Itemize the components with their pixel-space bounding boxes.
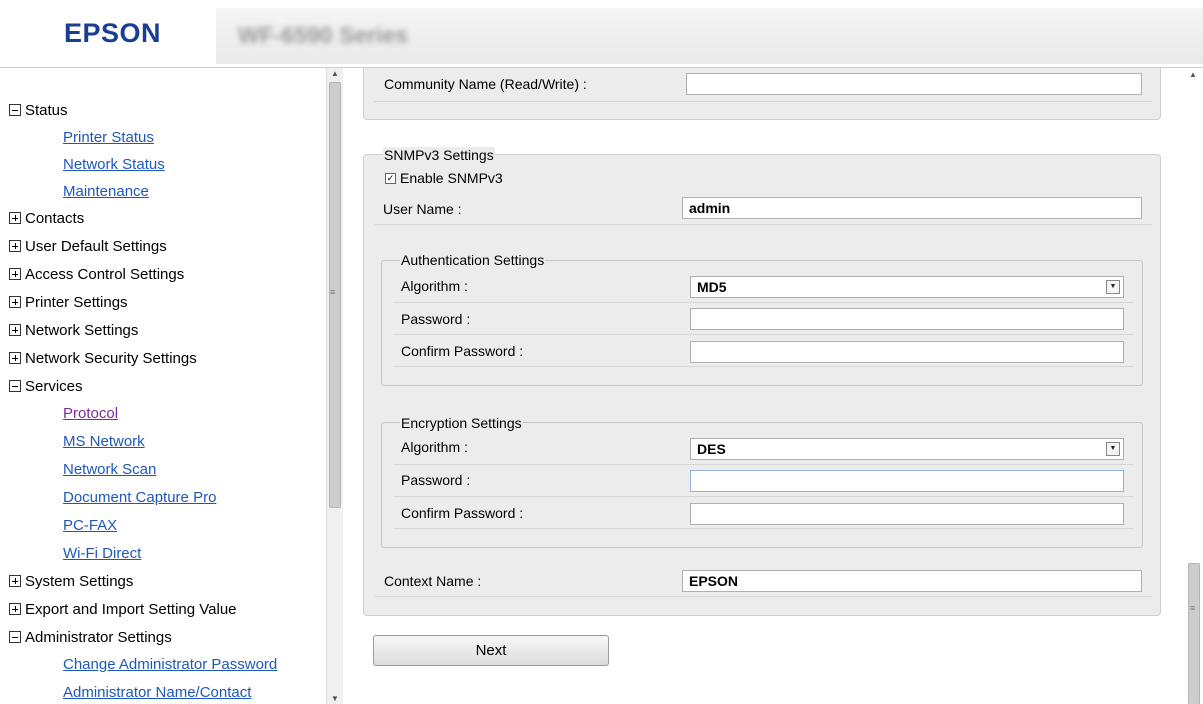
enc-password-label: Password : bbox=[401, 472, 471, 488]
divider bbox=[393, 302, 1133, 303]
chevron-down-icon[interactable]: ▼ bbox=[1106, 442, 1120, 456]
sidebar-item-contacts[interactable]: Contacts bbox=[9, 206, 84, 230]
enc-password-input[interactable] bbox=[690, 470, 1124, 492]
community-name-input[interactable] bbox=[686, 73, 1142, 95]
plus-box-icon[interactable] bbox=[9, 296, 21, 308]
sidebar-item-label: Printer Settings bbox=[25, 293, 128, 311]
link-admin-name-contact[interactable]: Administrator Name/Contact bbox=[63, 680, 251, 704]
sidebar-item-access-control-settings[interactable]: Access Control Settings bbox=[9, 262, 184, 286]
plus-box-icon[interactable] bbox=[9, 603, 21, 615]
sidebar-item-label: System Settings bbox=[25, 572, 134, 590]
auth-algorithm-value: MD5 bbox=[697, 279, 727, 295]
auth-confirm-password-label: Confirm Password : bbox=[401, 343, 524, 359]
minus-box-icon[interactable] bbox=[9, 104, 21, 116]
enc-algorithm-label: Algorithm : bbox=[401, 439, 468, 455]
link-ms-network[interactable]: MS Network bbox=[63, 429, 145, 453]
sidebar-item-user-default-settings[interactable]: User Default Settings bbox=[9, 234, 167, 258]
model-banner: WF-6590 Series bbox=[216, 8, 1203, 64]
minus-box-icon[interactable] bbox=[9, 631, 21, 643]
context-name-label: Context Name : bbox=[384, 573, 482, 589]
community-label: Community Name (Read/Write) : bbox=[384, 76, 587, 92]
scroll-up-icon[interactable]: ▲ bbox=[1189, 70, 1197, 79]
link-document-capture-pro[interactable]: Document Capture Pro bbox=[63, 485, 216, 509]
sidebar-item-services[interactable]: Services bbox=[9, 374, 83, 398]
sidebar-item-network-settings[interactable]: Network Settings bbox=[9, 318, 138, 342]
user-name-label: User Name : bbox=[383, 201, 462, 217]
user-name-input[interactable]: admin bbox=[682, 197, 1142, 219]
sidebar-item-administrator-settings[interactable]: Administrator Settings bbox=[9, 625, 172, 649]
divider bbox=[393, 496, 1133, 497]
plus-box-icon[interactable] bbox=[9, 575, 21, 587]
divider bbox=[393, 334, 1133, 335]
divider bbox=[393, 464, 1133, 465]
page-scrollbar[interactable]: ▲ ≡ bbox=[1185, 68, 1203, 704]
link-printer-status[interactable]: Printer Status bbox=[63, 125, 154, 149]
plus-box-icon[interactable] bbox=[9, 240, 21, 252]
auth-algorithm-label: Algorithm : bbox=[401, 278, 468, 294]
header: EPSON WF-6590 Series bbox=[0, 0, 1203, 67]
enc-algorithm-select[interactable]: DES ▼ bbox=[690, 438, 1124, 460]
sidebar-item-network-security-settings[interactable]: Network Security Settings bbox=[9, 346, 197, 370]
scroll-up-icon[interactable]: ▲ bbox=[327, 68, 343, 80]
model-name: WF-6590 Series bbox=[238, 22, 409, 48]
enable-snmpv3-checkbox[interactable]: ✓ bbox=[385, 173, 396, 184]
divider bbox=[375, 224, 1152, 225]
sidebar-nav: Status Printer Status Network Status Mai… bbox=[0, 68, 326, 704]
sidebar-item-label: Network Settings bbox=[25, 321, 139, 339]
sidebar-item-label: Contacts bbox=[25, 209, 85, 227]
grip-icon: ≡ bbox=[330, 287, 336, 297]
link-network-status[interactable]: Network Status bbox=[63, 152, 165, 176]
auth-password-input[interactable] bbox=[690, 308, 1124, 330]
next-button[interactable]: Next bbox=[373, 635, 609, 666]
enc-confirm-password-label: Confirm Password : bbox=[401, 505, 524, 521]
plus-box-icon[interactable] bbox=[9, 352, 21, 364]
sidebar-item-label: Access Control Settings bbox=[25, 265, 185, 283]
link-wi-fi-direct[interactable]: Wi-Fi Direct bbox=[63, 541, 141, 565]
chevron-down-icon[interactable]: ▼ bbox=[1106, 280, 1120, 294]
sidebar-scrollbar[interactable]: ▲ ≡ ▼ bbox=[326, 68, 343, 704]
epson-logo: EPSON bbox=[64, 18, 162, 48]
grip-icon: ≡ bbox=[1190, 603, 1196, 613]
link-change-admin-password[interactable]: Change Administrator Password bbox=[63, 652, 277, 676]
sidebar-item-label: Administrator Settings bbox=[25, 628, 172, 646]
plus-box-icon[interactable] bbox=[9, 324, 21, 336]
authentication-legend: Authentication Settings bbox=[400, 252, 546, 268]
sidebar-item-label: Network Security Settings bbox=[25, 349, 197, 367]
sidebar-item-label: User Default Settings bbox=[25, 237, 167, 255]
main-content: Community Name (Read/Write) : SNMPv3 Set… bbox=[344, 67, 1203, 704]
sidebar: Status Printer Status Network Status Mai… bbox=[0, 67, 344, 704]
divider bbox=[393, 366, 1133, 367]
link-network-scan[interactable]: Network Scan bbox=[63, 457, 156, 481]
sidebar-item-status[interactable]: Status bbox=[9, 98, 68, 122]
page-scroll-thumb[interactable] bbox=[1188, 563, 1200, 704]
link-maintenance[interactable]: Maintenance bbox=[63, 179, 149, 203]
plus-box-icon[interactable] bbox=[9, 268, 21, 280]
scroll-down-icon[interactable]: ▼ bbox=[327, 693, 343, 704]
divider bbox=[393, 528, 1133, 529]
divider bbox=[374, 101, 1152, 102]
sidebar-item-system-settings[interactable]: System Settings bbox=[9, 569, 133, 593]
link-pc-fax[interactable]: PC-FAX bbox=[63, 513, 117, 537]
sidebar-item-label: Services bbox=[25, 377, 83, 395]
auth-confirm-password-input[interactable] bbox=[690, 341, 1124, 363]
link-protocol[interactable]: Protocol bbox=[63, 401, 118, 425]
encryption-legend: Encryption Settings bbox=[400, 415, 523, 431]
sidebar-item-label: Export and Import Setting Value bbox=[25, 600, 237, 618]
minus-box-icon[interactable] bbox=[9, 380, 21, 392]
sidebar-item-label: Status bbox=[25, 101, 68, 119]
plus-box-icon[interactable] bbox=[9, 212, 21, 224]
divider bbox=[375, 596, 1152, 597]
sidebar-item-export-import[interactable]: Export and Import Setting Value bbox=[9, 597, 237, 621]
enc-confirm-password-input[interactable] bbox=[690, 503, 1124, 525]
enable-snmpv3-label: Enable SNMPv3 bbox=[400, 170, 503, 186]
enc-algorithm-value: DES bbox=[697, 441, 726, 457]
auth-algorithm-select[interactable]: MD5 ▼ bbox=[690, 276, 1124, 298]
auth-password-label: Password : bbox=[401, 311, 471, 327]
sidebar-item-printer-settings[interactable]: Printer Settings bbox=[9, 290, 128, 314]
snmpv3-legend: SNMPv3 Settings bbox=[383, 147, 495, 163]
context-name-input[interactable]: EPSON bbox=[682, 570, 1142, 592]
